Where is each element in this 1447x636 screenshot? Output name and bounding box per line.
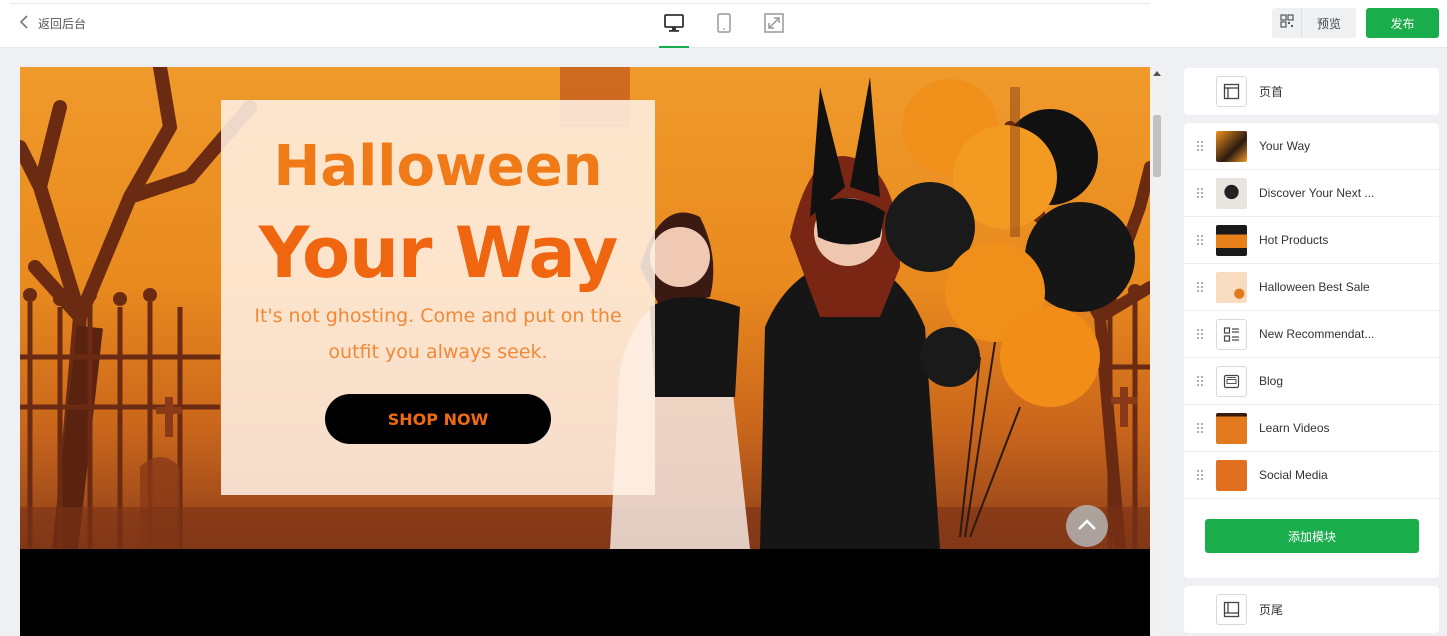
device-switcher (659, 8, 788, 48)
scroll-up-arrow-icon[interactable] (1153, 71, 1161, 76)
list-icon (1216, 318, 1247, 350)
drag-handle-icon[interactable] (1184, 329, 1216, 339)
module-label: Blog (1259, 374, 1284, 388)
module-row[interactable]: New Recommendat... (1184, 311, 1439, 358)
hero-subtitle: It's not ghosting. Come and put on the o… (254, 305, 622, 363)
toolbar-divider (10, 3, 1150, 4)
hero-banner[interactable]: Halloween Your Way It's not ghosting. Co… (20, 67, 1150, 549)
fullscreen-icon (763, 12, 785, 46)
preview-button-group[interactable]: 预览 (1272, 8, 1356, 38)
hero-text-box: Halloween Your Way It's not ghosting. Co… (221, 100, 655, 495)
module-label: New Recommendat... (1259, 327, 1375, 341)
hero-title-line2: Your Way (258, 212, 619, 294)
module-thumbnail (1216, 224, 1247, 256)
module-row[interactable]: Halloween Best Sale (1184, 264, 1439, 311)
hero-title-line1: Halloween (273, 134, 603, 199)
back-to-admin-link[interactable]: 返回后台 (18, 14, 86, 33)
desktop-icon (663, 12, 685, 46)
page-header-section[interactable]: 页首 (1184, 68, 1439, 115)
footer-label: 页尾 (1259, 603, 1284, 617)
chevron-up-icon (1076, 517, 1098, 536)
module-thumbnail (1216, 130, 1247, 162)
module-thumbnail (1216, 459, 1247, 491)
module-label: Hot Products (1259, 233, 1329, 247)
module-label: Discover Your Next ... (1259, 186, 1375, 200)
footer-layout-icon (1216, 594, 1247, 625)
module-label: Social Media (1259, 468, 1328, 482)
module-row[interactable]: Discover Your Next ... (1184, 170, 1439, 217)
drag-handle-icon[interactable] (1184, 423, 1216, 433)
module-label: Your Way (1259, 139, 1311, 153)
desktop-view-button[interactable] (659, 8, 689, 48)
tablet-view-button[interactable] (710, 8, 738, 46)
fullscreen-view-button[interactable] (760, 8, 788, 46)
qr-code-icon (1279, 13, 1294, 33)
module-thumbnail (1216, 412, 1247, 444)
qr-code-button[interactable] (1272, 8, 1302, 38)
blog-icon (1216, 365, 1247, 397)
module-thumbnail (1216, 177, 1247, 209)
page-footer-section[interactable]: 页尾 (1184, 586, 1439, 633)
module-row[interactable]: Your Way (1184, 123, 1439, 170)
module-row[interactable]: Blog (1184, 358, 1439, 405)
module-label: Learn Videos (1259, 421, 1330, 435)
top-toolbar: 返回后台 预览 发布 (0, 0, 1447, 48)
drag-handle-icon[interactable] (1184, 141, 1216, 151)
tablet-icon (713, 12, 735, 46)
drag-handle-icon[interactable] (1184, 235, 1216, 245)
drag-handle-icon[interactable] (1184, 376, 1216, 386)
module-row[interactable]: Social Media (1184, 452, 1439, 499)
scrollbar-thumb[interactable] (1153, 115, 1161, 177)
module-list: Your Way Discover Your Next ... Hot Prod… (1184, 123, 1439, 578)
drag-handle-icon[interactable] (1184, 282, 1216, 292)
module-label: Halloween Best Sale (1259, 280, 1370, 294)
publish-button[interactable]: 发布 (1366, 8, 1439, 38)
module-row[interactable]: Hot Products (1184, 217, 1439, 264)
drag-handle-icon[interactable] (1184, 470, 1216, 480)
add-module-button[interactable]: 添加模块 (1205, 519, 1419, 553)
shop-now-button[interactable]: SHOP NOW (325, 394, 551, 444)
canvas-scrollbar[interactable] (1150, 67, 1164, 636)
chevron-left-icon (18, 14, 30, 33)
module-thumbnail (1216, 271, 1247, 303)
back-to-top-button[interactable] (1066, 505, 1108, 547)
back-label: 返回后台 (38, 17, 87, 31)
page-canvas: Halloween Your Way It's not ghosting. Co… (20, 67, 1150, 636)
header-label: 页首 (1259, 85, 1284, 99)
drag-handle-icon[interactable] (1184, 188, 1216, 198)
preview-button[interactable]: 预览 (1302, 15, 1356, 32)
module-row[interactable]: Learn Videos (1184, 405, 1439, 452)
header-layout-icon (1216, 76, 1247, 107)
